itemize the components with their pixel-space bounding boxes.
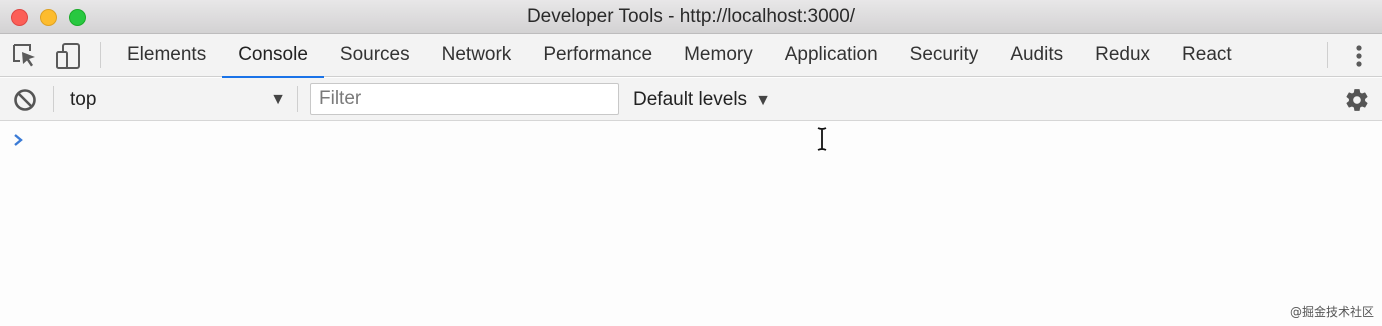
dropdown-arrow-icon: ▼ [755,92,771,109]
toolbar-divider [297,86,298,112]
console-toolbar: top ▼ Default levels ▼ [0,78,1382,121]
log-levels-label: Default levels [633,89,748,110]
gear-icon[interactable] [1344,87,1370,113]
tab-react[interactable]: React [1166,34,1248,77]
tab-sources[interactable]: Sources [324,34,426,77]
device-toolbar-icon[interactable] [54,41,84,71]
more-vertical-icon[interactable] [1346,42,1372,70]
toolbar-divider [1327,42,1328,68]
tab-memory[interactable]: Memory [668,34,769,77]
tab-application[interactable]: Application [769,34,894,77]
tab-security[interactable]: Security [894,34,995,77]
tab-elements[interactable]: Elements [111,34,222,77]
inspect-element-icon[interactable] [10,41,40,71]
tab-console[interactable]: Console [222,34,324,78]
filter-input[interactable] [310,83,619,115]
toolbar-divider [100,42,101,68]
tab-audits[interactable]: Audits [994,34,1079,77]
watermark: @掘金技术社区 [1289,305,1374,319]
tab-redux[interactable]: Redux [1079,34,1166,77]
chevron-right-icon [14,134,23,146]
tab-performance[interactable]: Performance [527,34,668,77]
context-selector[interactable]: top ▼ [62,84,288,115]
log-levels-dropdown[interactable]: Default levels ▼ [633,84,771,115]
clear-console-icon[interactable] [12,87,38,113]
toolbar-divider [53,86,54,112]
dropdown-arrow-icon: ▼ [270,91,286,108]
tab-network[interactable]: Network [426,34,528,77]
text-cursor-icon [817,127,827,151]
window-titlebar: Developer Tools - http://localhost:3000/ [0,0,1382,34]
console-output[interactable]: @掘金技术社区 [0,122,1382,326]
devtools-tabbar: Elements Console Sources Network Perform… [0,34,1382,78]
panel-tabs: Elements Console Sources Network Perform… [111,34,1248,78]
window-title: Developer Tools - http://localhost:3000/ [526,6,856,27]
context-value: top [70,89,97,110]
